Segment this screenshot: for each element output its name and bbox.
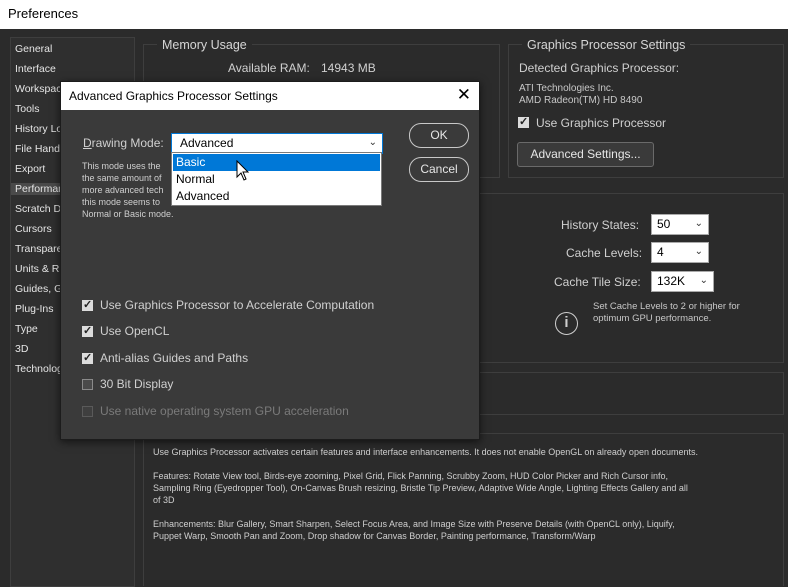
use-gpu-checkbox[interactable] [518, 115, 529, 128]
dropdown-option-advanced[interactable]: Advanced [173, 188, 380, 205]
dialog-titlebar: Advanced Graphics Processor Settings ✕ [61, 82, 479, 110]
history-states-select[interactable]: 50 ⌄ [651, 214, 709, 235]
description-enhancements-2: Puppet Warp, Smooth Pan and Zoom, Drop s… [153, 531, 596, 541]
sidebar-item-guides-grid[interactable]: Guides, G [15, 283, 62, 295]
memory-usage-title: Memory Usage [157, 38, 252, 52]
use-opencl-checkbox[interactable] [82, 324, 93, 337]
description-features-1: Features: Rotate View tool, Birds-eye zo… [153, 471, 669, 481]
anti-alias-label: Anti-alias Guides and Paths [100, 351, 249, 365]
use-gpu-label: Use Graphics Processor [536, 116, 667, 130]
drawing-mode-dropdown-list: Basic Normal Advanced [171, 152, 382, 206]
ok-button[interactable]: OK [409, 123, 469, 148]
description-features-2: Sampling Ring (Eyedropper Tool), On-Canv… [153, 483, 688, 493]
history-states-value: 50 [657, 217, 671, 231]
mode-desc-line1: This mode uses the [82, 161, 161, 171]
chevron-down-icon: ⌄ [694, 246, 703, 257]
gpu-vendor: ATI Technologies Inc. [519, 83, 614, 94]
dropdown-option-normal[interactable]: Normal [173, 171, 380, 188]
sidebar-item-general[interactable]: General [15, 43, 52, 55]
description-enhancements-1: Enhancements: Blur Gallery, Smart Sharpe… [153, 519, 675, 529]
mode-desc-line4: this mode seems to [82, 197, 161, 207]
gpu-model: AMD Radeon(TM) HD 8490 [519, 95, 643, 106]
sidebar-item-scratch-disks[interactable]: Scratch D [15, 203, 61, 215]
cache-tile-size-label: Cache Tile Size: [554, 275, 641, 289]
sidebar-item-transparency[interactable]: Transpare [15, 243, 62, 255]
drawing-mode-value: Advanced [180, 136, 234, 150]
dropdown-option-basic[interactable]: Basic [173, 154, 380, 171]
mode-desc-line3: more advanced tech [82, 185, 164, 195]
cancel-button[interactable]: Cancel [409, 157, 469, 182]
sidebar-item-plug-ins[interactable]: Plug-Ins [15, 303, 54, 315]
chevron-down-icon: ⌄ [694, 218, 703, 229]
cache-levels-value: 4 [657, 245, 664, 259]
30-bit-display-label: 30 Bit Display [100, 377, 174, 391]
sidebar-item-workspace[interactable]: Workspac [15, 83, 62, 95]
description-features-3: of 3D [153, 495, 175, 505]
chevron-down-icon: ⌄ [699, 275, 708, 286]
dialog-title: Advanced Graphics Processor Settings [69, 89, 278, 103]
mouse-cursor-icon [236, 160, 250, 181]
window-titlebar: Preferences [0, 0, 788, 29]
native-gpu-acceleration-checkbox [82, 406, 93, 417]
accelerate-computation-label: Use Graphics Processor to Accelerate Com… [100, 298, 375, 312]
cache-levels-label: Cache Levels: [566, 246, 643, 260]
description-intro: Use Graphics Processor activates certain… [153, 447, 698, 457]
cache-tile-size-select[interactable]: 132K ⌄ [651, 271, 714, 292]
sidebar-item-tools[interactable]: Tools [15, 103, 40, 115]
chevron-down-icon: ⌄ [368, 137, 377, 148]
anti-alias-checkbox[interactable] [82, 351, 93, 364]
available-ram-value: 14943 MB [321, 61, 376, 75]
sidebar-item-units-rulers[interactable]: Units & Ru [15, 263, 65, 275]
mode-desc-line2: the same amount of [82, 173, 162, 183]
accelerate-computation-checkbox[interactable] [82, 298, 93, 311]
gpu-settings-title: Graphics Processor Settings [522, 38, 691, 52]
advanced-gpu-dialog: Advanced Graphics Processor Settings ✕ D… [60, 81, 480, 440]
close-icon[interactable]: ✕ [457, 85, 471, 105]
advanced-settings-button[interactable]: Advanced Settings... [517, 142, 654, 167]
sidebar-item-file-handling[interactable]: File Handli [15, 143, 65, 155]
sidebar-item-interface[interactable]: Interface [15, 63, 56, 75]
sidebar-item-technology[interactable]: Technolog [15, 363, 63, 375]
info-icon: i [555, 312, 578, 335]
30-bit-display-checkbox[interactable] [82, 379, 93, 390]
history-states-label: History States: [561, 218, 640, 232]
cache-tip-line1: Set Cache Levels to 2 or higher for [593, 301, 740, 312]
detected-gpu-label: Detected Graphics Processor: [519, 61, 680, 75]
cache-levels-select[interactable]: 4 ⌄ [651, 242, 709, 263]
cache-tip-line2: optimum GPU performance. [593, 313, 712, 324]
window-title: Preferences [8, 6, 79, 21]
drawing-mode-select[interactable]: Advanced ⌄ [171, 133, 383, 154]
sidebar-item-type[interactable]: Type [15, 323, 38, 335]
sidebar-item-export[interactable]: Export [15, 163, 45, 175]
drawing-mode-label: Drawing Mode: [83, 136, 164, 150]
native-gpu-acceleration-label: Use native operating system GPU accelera… [100, 404, 349, 418]
cache-tile-size-value: 132K [657, 274, 686, 288]
available-ram-label: Available RAM: [228, 61, 310, 75]
sidebar-item-3d[interactable]: 3D [15, 343, 28, 355]
use-opencl-label: Use OpenCL [100, 324, 170, 338]
mode-desc-line5: Normal or Basic mode. [82, 209, 174, 219]
sidebar-item-history-log[interactable]: History Lo [15, 123, 62, 135]
sidebar-item-cursors[interactable]: Cursors [15, 223, 52, 235]
